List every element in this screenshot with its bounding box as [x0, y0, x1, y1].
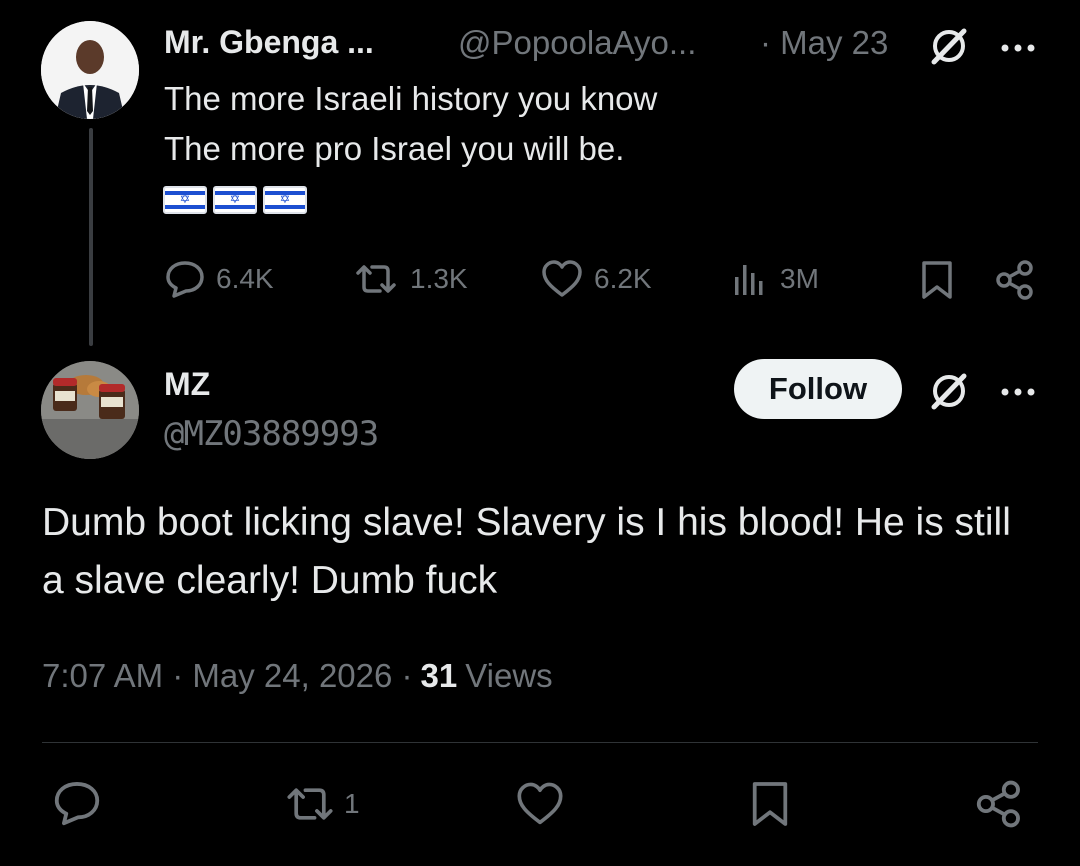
retweet-action[interactable]: 1.3K: [352, 259, 468, 299]
reply-text: Dumb boot licking slave! Slavery is I hi…: [42, 501, 1011, 602]
like-action[interactable]: 6.2K: [540, 259, 652, 299]
follow-button[interactable]: Follow: [734, 359, 902, 419]
avatar-gbenga[interactable]: [41, 21, 139, 119]
grok-icon[interactable]: [928, 25, 970, 72]
thread-line: [89, 128, 93, 346]
israel-flag-emoji: ✡: [263, 186, 307, 214]
share-icon[interactable]: [974, 779, 1024, 834]
israel-flag-emoji: ✡: [163, 186, 207, 214]
reply-timestamp[interactable]: 7:07 AM · May 24, 2026 ·: [42, 657, 413, 695]
post-text-line-1: The more Israeli history you know: [164, 80, 658, 117]
avatar-mz[interactable]: [41, 361, 139, 459]
israel-flags: ✡ ✡ ✡: [163, 186, 307, 214]
post-date[interactable]: · May 23: [760, 24, 888, 62]
share-icon[interactable]: [994, 259, 1036, 306]
reply-views-count: 31: [420, 657, 458, 694]
author-name[interactable]: Mr. Gbenga ...: [164, 24, 374, 61]
views-icon: [735, 265, 763, 295]
reply-icon[interactable]: [52, 779, 102, 832]
reply-icon: [166, 261, 204, 298]
bookmark-icon[interactable]: [750, 779, 790, 834]
heart-icon[interactable]: [514, 781, 566, 832]
retweet-action[interactable]: 1: [282, 781, 360, 827]
author-handle[interactable]: @PopoolaAyo...: [458, 24, 696, 62]
more-icon[interactable]: [1000, 40, 1036, 58]
grok-icon[interactable]: [928, 370, 970, 417]
retweet-count: 1.3K: [410, 263, 468, 294]
more-icon[interactable]: [1000, 384, 1036, 402]
heart-icon: [542, 260, 582, 297]
reply-views-label: Views: [465, 657, 553, 694]
reply-action[interactable]: 6.4K: [164, 259, 274, 299]
post-text-line-2: The more pro Israel you will be.: [164, 130, 625, 167]
like-count: 6.2K: [594, 263, 652, 294]
reply-author-name[interactable]: MZ: [164, 366, 210, 403]
views-count: 3M: [780, 263, 819, 294]
bookmark-icon[interactable]: [920, 259, 954, 306]
retweet-icon: [356, 265, 396, 293]
reply-meta: 7:07 AM · May 24, 2026 · 31 Views: [42, 657, 553, 695]
retweet-count: 1: [344, 788, 360, 819]
reply-count: 6.4K: [216, 263, 274, 294]
retweet-icon: [287, 788, 333, 820]
views-action[interactable]: 3M: [730, 259, 819, 299]
israel-flag-emoji: ✡: [213, 186, 257, 214]
divider: [42, 742, 1038, 743]
reply-author-handle[interactable]: @MZ03889993: [164, 414, 379, 454]
